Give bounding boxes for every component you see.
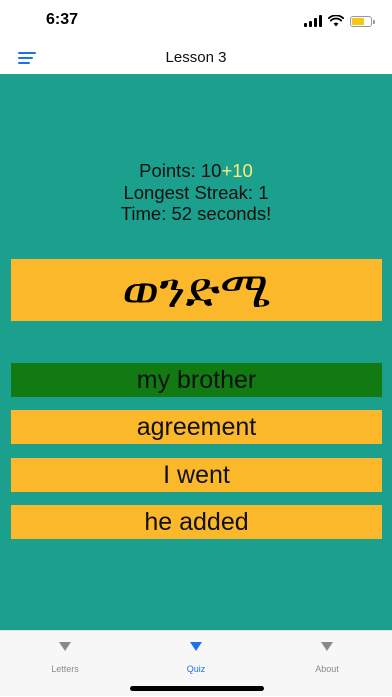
status-time: 6:37 — [46, 11, 79, 28]
answer-button-3[interactable]: I went — [11, 458, 382, 492]
tab-label-about: About — [315, 664, 339, 674]
time-text: Time: 52 seconds! — [120, 203, 272, 224]
home-indicator — [130, 686, 264, 691]
triangle-down-icon — [59, 642, 71, 651]
prompt-word: ወንድሜ — [122, 261, 271, 319]
nav-bar: Lesson 3 — [0, 44, 392, 74]
triangle-down-icon — [321, 642, 333, 651]
points-bonus: +10 — [221, 160, 253, 181]
battery-icon — [350, 15, 375, 27]
answer-button-1[interactable]: my brother — [11, 363, 382, 397]
wifi-icon — [328, 15, 344, 27]
page-title: Lesson 3 — [165, 49, 227, 66]
answer-button-2[interactable]: agreement — [11, 410, 382, 444]
tab-label-quiz: Quiz — [186, 664, 206, 674]
streak-text: Longest Streak: 1 — [123, 181, 269, 203]
status-bar: 6:37 — [0, 0, 392, 44]
tab-letters[interactable]: Letters — [0, 631, 130, 697]
signal-icon — [304, 15, 322, 27]
quiz-content: Points: 10+10 Longest Streak: 1 Time: 52… — [0, 74, 392, 630]
status-icons — [304, 14, 375, 28]
prompt-card: ወንድሜ — [11, 259, 382, 321]
quiz-stats: Points: 10+10 Longest Streak: 1 Time: 52… — [0, 160, 392, 225]
points-line: Points: 10+10 — [0, 160, 392, 182]
points-text: Points: 10 — [139, 160, 222, 181]
tab-label-letters: Letters — [51, 664, 79, 674]
answer-button-4[interactable]: he added — [11, 505, 382, 539]
triangle-down-icon — [190, 642, 202, 651]
tab-about[interactable]: About — [262, 631, 392, 697]
